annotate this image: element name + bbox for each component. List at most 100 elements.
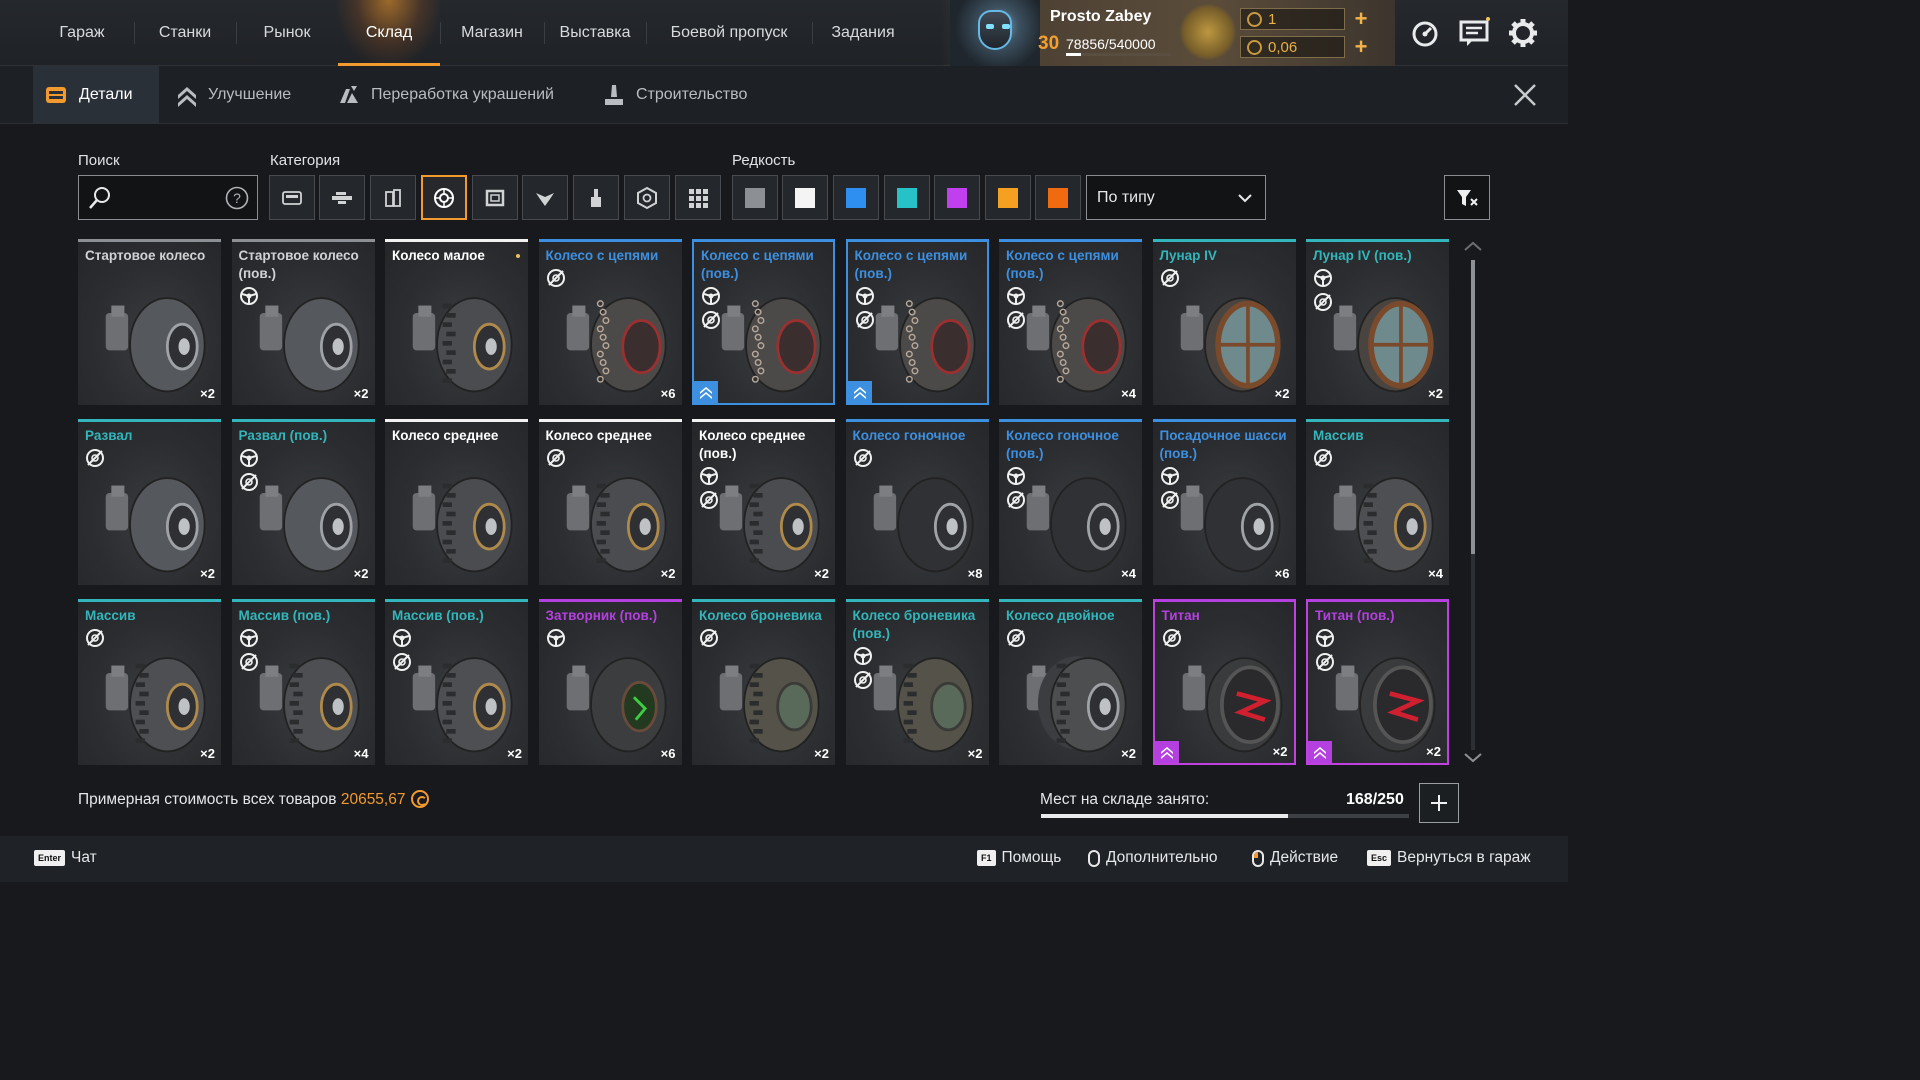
- hint-help[interactable]: F1 Помощь: [977, 849, 1061, 867]
- no-drive-icon: [239, 473, 258, 491]
- item-card[interactable]: Колесо малое: [385, 239, 528, 405]
- rarity-filter-button[interactable]: [985, 175, 1031, 220]
- steering-icon: [1007, 287, 1025, 305]
- item-card[interactable]: Колесо с цепями (пов.) ×4: [999, 239, 1142, 405]
- nav-item[interactable]: Выставка: [544, 0, 646, 66]
- item-card[interactable]: Развал (пов.) ×2: [231, 419, 375, 585]
- hint-back[interactable]: Esc Вернуться в гараж: [1367, 849, 1531, 867]
- recycle-icon: [340, 86, 358, 103]
- reset-filters-button[interactable]: [1444, 175, 1490, 220]
- tab-recycle[interactable]: Переработка украшений: [337, 66, 554, 124]
- category-filter-button[interactable]: [624, 175, 670, 220]
- expand-storage-button[interactable]: [1419, 783, 1459, 823]
- wheel-image: [412, 657, 513, 753]
- item-card[interactable]: Колесо броневика ×2: [692, 599, 835, 765]
- item-card[interactable]: Развал ×2: [78, 419, 221, 585]
- item-card[interactable]: Стартовое колесо ×2: [78, 239, 221, 405]
- rarity-filter-button[interactable]: [934, 175, 980, 220]
- item-card[interactable]: Колесо броневика (пов.) ×2: [845, 599, 989, 765]
- item-card[interactable]: Стартовое колесо (пов.) ×2: [231, 239, 375, 405]
- item-card[interactable]: Лунар IV ×2: [1152, 239, 1296, 405]
- item-card[interactable]: Колесо двойное ×2: [999, 599, 1142, 765]
- steering-icon: [855, 287, 874, 305]
- item-card[interactable]: Титан ×2: [1152, 599, 1296, 765]
- player-name: Prosto Zabey: [1050, 8, 1152, 25]
- item-card[interactable]: Колесо среднее: [385, 419, 528, 585]
- item-name: Колесо гоночное: [852, 428, 966, 443]
- category-filter-button[interactable]: [421, 175, 467, 220]
- tab-upgrade[interactable]: Улучшение: [176, 66, 291, 124]
- item-card[interactable]: Массив ×4: [1306, 419, 1449, 585]
- nav-item[interactable]: Боевой пропуск: [646, 0, 812, 66]
- item-card[interactable]: Колесо гоночное ×8: [845, 419, 989, 585]
- filter-clear-icon: [1457, 189, 1478, 206]
- nav-item[interactable]: Рынок: [236, 0, 338, 66]
- search-input[interactable]: ?: [78, 175, 258, 220]
- item-card[interactable]: Колесо гоночное (пов.) ×4: [999, 419, 1142, 585]
- rarity-filter-button[interactable]: [732, 175, 778, 220]
- rarity-filter-button[interactable]: [1035, 175, 1081, 220]
- weapon-icon: [332, 191, 352, 204]
- item-name: Стартовое колесо (пов.): [238, 248, 359, 281]
- storage-progress-bar: [1041, 814, 1409, 818]
- item-count: ×4: [1428, 566, 1443, 581]
- item-card[interactable]: Колесо с цепями (пов.): [692, 239, 835, 405]
- scroll-up-icon[interactable]: [1463, 240, 1483, 252]
- item-name: Колесо с цепями (пов.): [1006, 248, 1119, 281]
- category-filter-button[interactable]: [370, 175, 416, 220]
- avatar-mask: [978, 10, 1012, 50]
- buy-crystals-button[interactable]: +: [1348, 36, 1374, 59]
- hint-chat[interactable]: Enter Чат: [34, 849, 97, 867]
- speedometer-icon[interactable]: [1409, 17, 1441, 49]
- category-filter-button[interactable]: [522, 175, 568, 220]
- player-avatar[interactable]: [950, 0, 1040, 66]
- wheel-image: [105, 477, 206, 573]
- steering-icon: [1007, 467, 1025, 485]
- item-card[interactable]: Колесо с цепями (пов.): [845, 239, 989, 405]
- steering-icon: [702, 287, 720, 305]
- category-filter-button[interactable]: [472, 175, 518, 220]
- category-filter-button[interactable]: [269, 175, 315, 220]
- item-card[interactable]: Колесо среднее (пов.) ×2: [692, 419, 835, 585]
- category-filter-button[interactable]: [319, 175, 365, 220]
- no-drive-icon: [1007, 311, 1025, 329]
- item-card[interactable]: Массив ×2: [78, 599, 221, 765]
- enter-key-icon: Enter: [34, 850, 66, 866]
- gear-icon[interactable]: [1507, 17, 1539, 49]
- hint-action[interactable]: Действие: [1252, 849, 1338, 867]
- item-card[interactable]: Титан (пов.) ×2: [1306, 599, 1449, 765]
- category-filter-button[interactable]: [675, 175, 721, 220]
- scroll-down-icon[interactable]: [1463, 752, 1483, 764]
- sort-dropdown[interactable]: По типу: [1086, 175, 1266, 220]
- item-name: Колесо среднее: [392, 428, 499, 443]
- player-profile[interactable]: Prosto Zabey 30 78856/540000 1 + 0,06 +: [940, 0, 1395, 66]
- rarity-filter-button[interactable]: [833, 175, 879, 220]
- item-card[interactable]: Посадочное шасси (пов.) ×6: [1152, 419, 1296, 585]
- wheel-image: [721, 297, 822, 393]
- rarity-filter-button[interactable]: [884, 175, 930, 220]
- tab-build[interactable]: Строительство: [602, 66, 747, 124]
- nav-item[interactable]: Склад: [338, 0, 440, 66]
- item-card[interactable]: Лунар IV (пов.) ×2: [1306, 239, 1449, 405]
- scrollbar-thumb[interactable]: [1471, 260, 1475, 554]
- item-card[interactable]: Массив (пов.) ×4: [231, 599, 375, 765]
- close-icon[interactable]: [1512, 82, 1538, 108]
- rarity-filter-button[interactable]: [782, 175, 828, 220]
- item-card[interactable]: Затворник (пов.) ×6: [538, 599, 682, 765]
- help-icon[interactable]: ?: [225, 186, 249, 210]
- buy-coins-button[interactable]: +: [1348, 8, 1374, 31]
- upgrade-badge-icon: [694, 381, 718, 403]
- hint-more[interactable]: Дополнительно: [1088, 849, 1218, 867]
- nav-item[interactable]: Задания: [812, 0, 914, 66]
- nav-item[interactable]: Гараж: [30, 0, 134, 66]
- messages-icon[interactable]: [1458, 17, 1490, 49]
- nav-item[interactable]: Станки: [134, 0, 236, 66]
- item-count: ×6: [1274, 566, 1290, 581]
- category-filter-button[interactable]: [573, 175, 619, 220]
- tab-parts[interactable]: Детали: [33, 66, 159, 124]
- nav-item[interactable]: Магазин: [440, 0, 544, 66]
- item-card[interactable]: Массив (пов.) ×2: [385, 599, 528, 765]
- item-card[interactable]: Колесо среднее ×2: [538, 419, 682, 585]
- no-drive-icon: [700, 629, 718, 647]
- item-card[interactable]: Колесо с цепями ×6: [538, 239, 682, 405]
